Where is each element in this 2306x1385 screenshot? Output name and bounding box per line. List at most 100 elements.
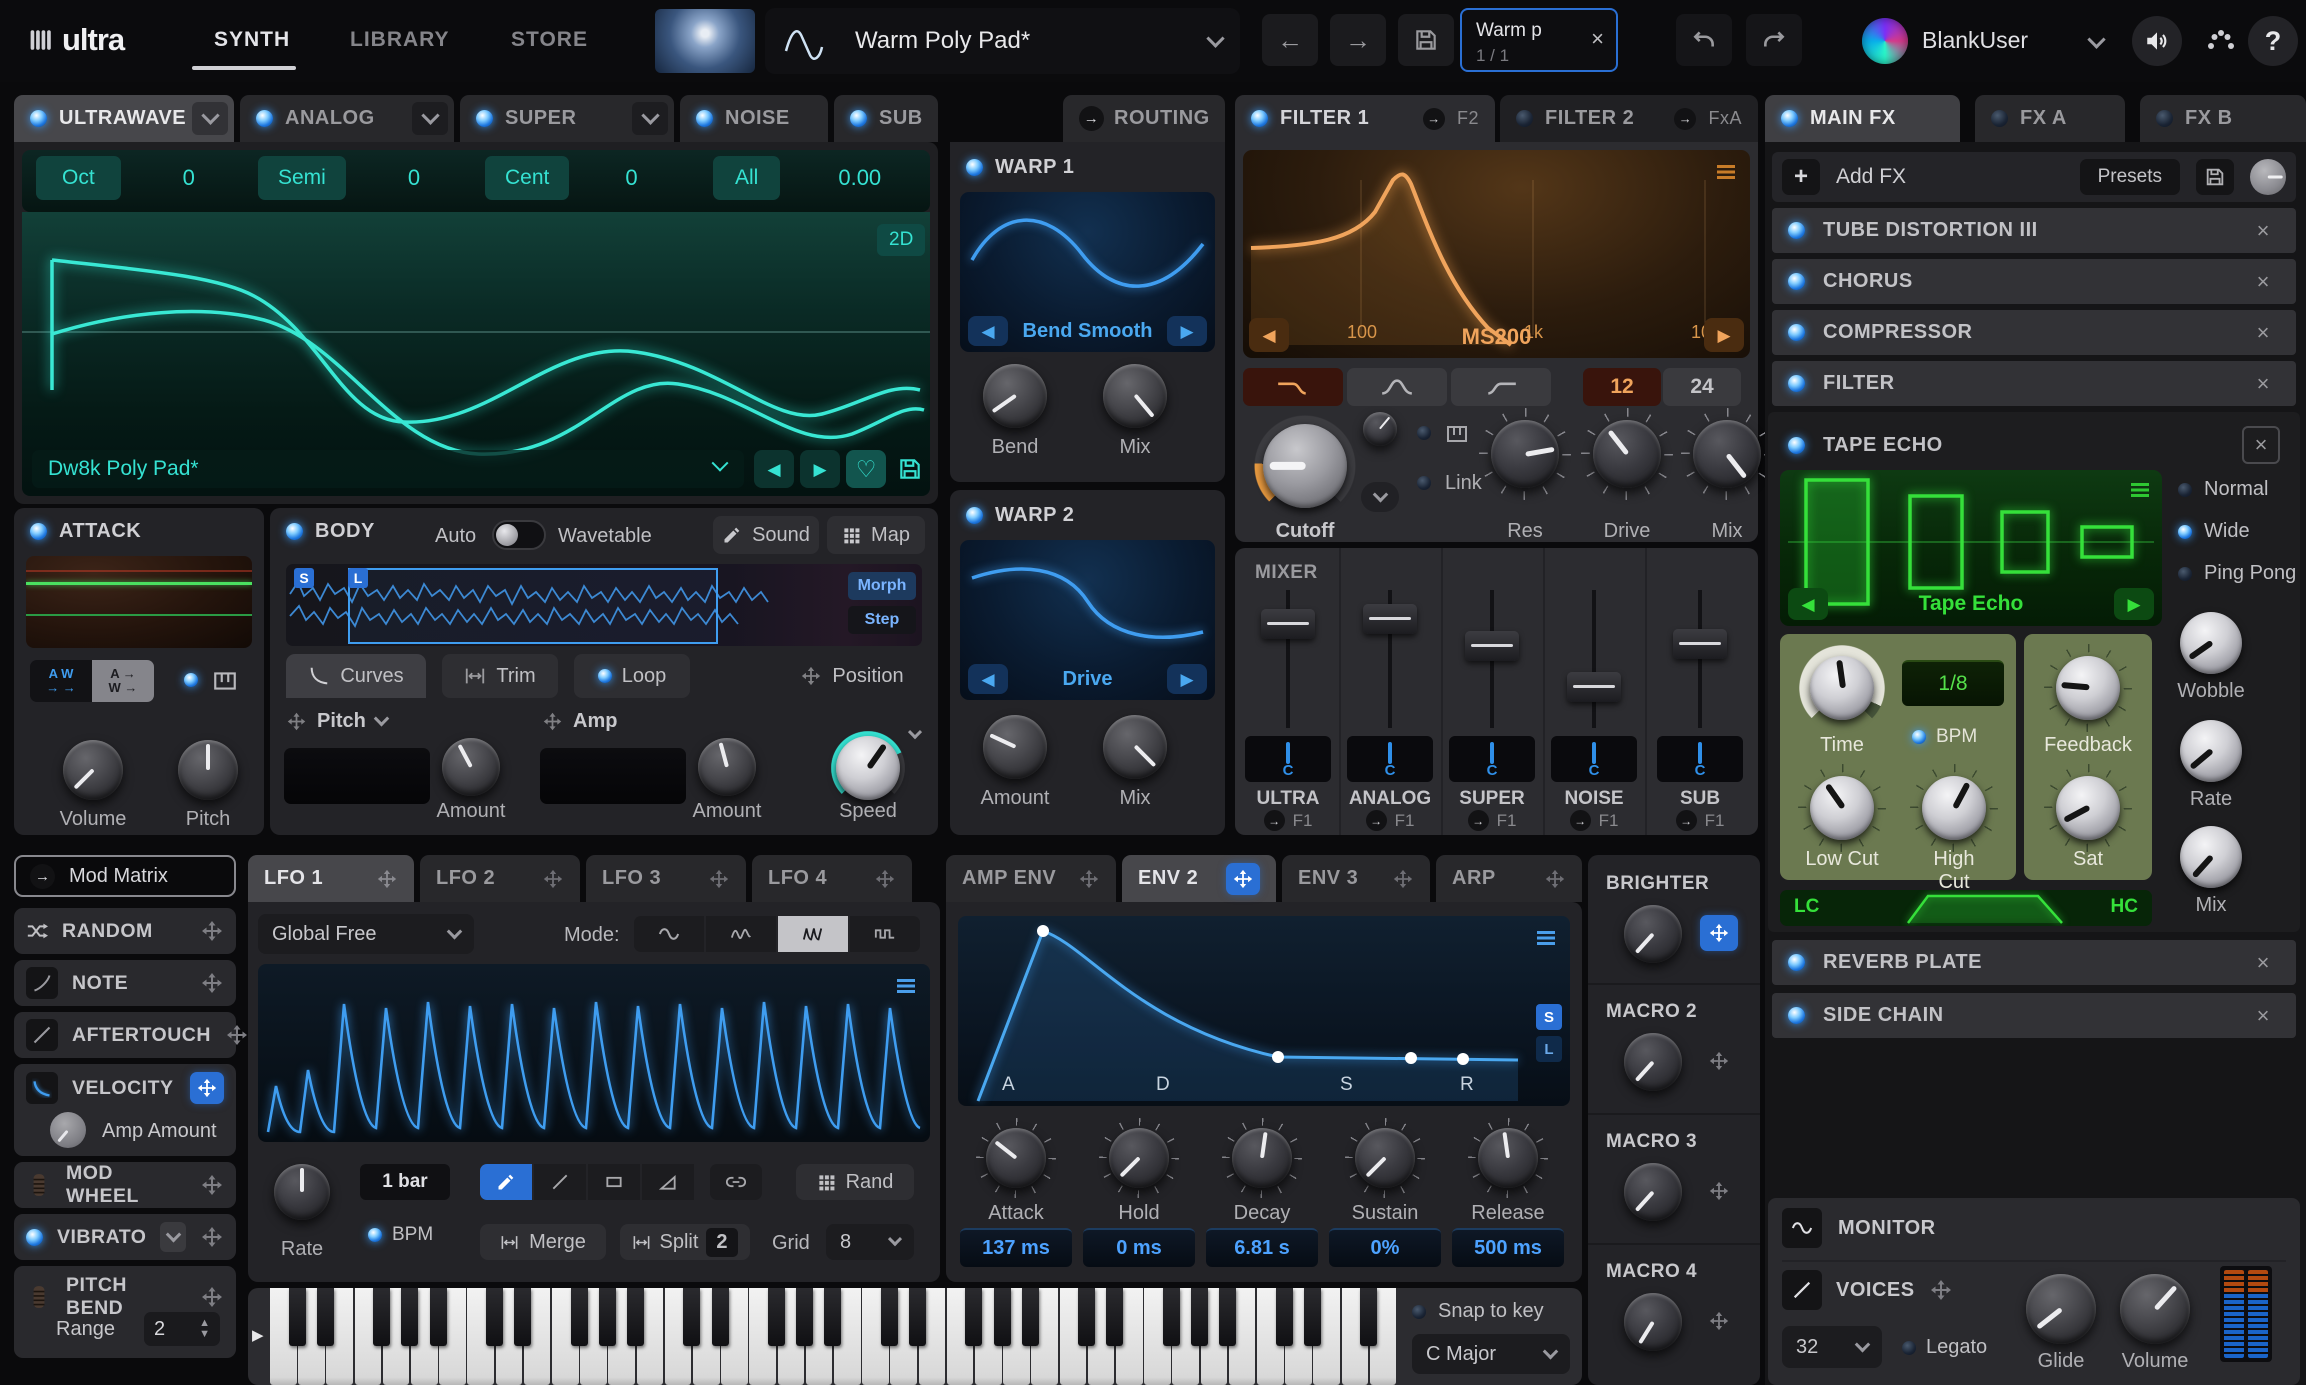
fxb-led[interactable] bbox=[2156, 110, 2173, 127]
ultrawave-led[interactable] bbox=[30, 110, 47, 127]
tuning-value[interactable]: 0 bbox=[183, 165, 195, 191]
fx-item-led[interactable] bbox=[1788, 954, 1805, 971]
fx-remove-icon[interactable]: × bbox=[2246, 946, 2280, 980]
lfo3-move-icon[interactable] bbox=[708, 868, 730, 890]
fx-remove-icon[interactable]: × bbox=[2246, 214, 2280, 248]
tape-lowcut-knob[interactable] bbox=[1810, 776, 1874, 840]
lfo-tool-square[interactable] bbox=[588, 1164, 640, 1200]
search-input-value[interactable]: Warm p bbox=[1476, 20, 1542, 42]
env-hold-knob[interactable] bbox=[1109, 1128, 1169, 1188]
keyboard-scroll-left[interactable]: ▶ bbox=[252, 1326, 264, 1344]
aftertouch-move-icon[interactable] bbox=[225, 1023, 249, 1047]
piano-black-key[interactable] bbox=[824, 1288, 841, 1346]
tape-display[interactable]: ◀ Tape Echo ▶ bbox=[1780, 470, 2162, 626]
tape-echo-led[interactable] bbox=[1788, 437, 1805, 454]
sub-led[interactable] bbox=[850, 110, 867, 127]
nav-tab-library[interactable]: LIBRARY bbox=[350, 28, 450, 52]
env-attack-knob[interactable] bbox=[986, 1128, 1046, 1188]
ampenv-move-icon[interactable] bbox=[1078, 868, 1100, 890]
loop-button[interactable]: Loop bbox=[574, 654, 690, 698]
filter1-led[interactable] bbox=[1251, 110, 1268, 127]
fx-item-compressor[interactable]: COMPRESSOR× bbox=[1772, 310, 2296, 355]
piano-black-key[interactable] bbox=[1022, 1288, 1039, 1346]
lfo-menu-icon[interactable] bbox=[894, 974, 918, 998]
arp-move-icon[interactable] bbox=[1544, 868, 1566, 890]
filter1-route-icon[interactable]: → bbox=[1423, 108, 1445, 130]
pitch-move-icon[interactable] bbox=[286, 711, 307, 732]
tuning-value[interactable]: 0 bbox=[408, 165, 420, 191]
step-button[interactable]: Step bbox=[848, 606, 916, 634]
lfo-rate-knob[interactable] bbox=[274, 1164, 330, 1220]
warp2-led[interactable] bbox=[966, 507, 983, 524]
env-display[interactable]: S L A D S R bbox=[958, 916, 1570, 1106]
lfo-shape-saw-button[interactable] bbox=[778, 916, 848, 952]
warp2-display[interactable]: ◀ Drive ▶ bbox=[960, 540, 1215, 700]
filter1-tab[interactable]: FILTER 1 → F2 bbox=[1235, 95, 1495, 142]
env-decay-value[interactable]: 6.81 s bbox=[1206, 1228, 1318, 1267]
piano-black-key[interactable] bbox=[1360, 1288, 1377, 1346]
modwheel-move-icon[interactable] bbox=[200, 1173, 224, 1197]
auto-wavetable-toggle[interactable] bbox=[492, 520, 546, 550]
lfo-tab-3[interactable]: LFO 3 bbox=[586, 855, 746, 902]
lfo-rand-button[interactable]: Rand bbox=[796, 1164, 914, 1200]
channel-route[interactable]: →F1 bbox=[1339, 810, 1441, 831]
env-attack-value[interactable]: 137 ms bbox=[960, 1228, 1072, 1267]
mainfx-led[interactable] bbox=[1781, 110, 1798, 127]
pan-display[interactable]: C bbox=[1657, 736, 1743, 782]
filter2-led[interactable] bbox=[1516, 110, 1533, 127]
env-hold-value[interactable]: 0 ms bbox=[1083, 1228, 1195, 1267]
random-move-icon[interactable] bbox=[200, 919, 224, 943]
body-led[interactable] bbox=[286, 523, 303, 540]
fx-tab-main[interactable]: MAIN FX bbox=[1765, 95, 1960, 142]
env-tab-env2[interactable]: ENV 2 bbox=[1122, 855, 1276, 902]
routing-tab[interactable]: →ROUTING bbox=[1063, 95, 1225, 142]
fader-handle[interactable] bbox=[1673, 629, 1727, 659]
warp2-mix-knob[interactable] bbox=[1103, 715, 1167, 779]
channel-route[interactable]: →F1 bbox=[1543, 810, 1645, 831]
glide-knob[interactable] bbox=[2026, 1274, 2096, 1344]
fx-item-reverb-plate[interactable]: REVERB PLATE× bbox=[1772, 940, 2296, 985]
env3-move-icon[interactable] bbox=[1392, 868, 1414, 890]
link-led[interactable] bbox=[1417, 476, 1431, 490]
tape-feedback-knob[interactable] bbox=[2056, 656, 2120, 720]
macro3-move-icon[interactable] bbox=[1700, 1173, 1738, 1209]
lfo-bpm-toggle[interactable]: BPM bbox=[368, 1224, 433, 1246]
body-sound-button[interactable]: Sound bbox=[713, 516, 819, 554]
env-tab-arp[interactable]: ARP bbox=[1436, 855, 1582, 902]
warp2-next-button[interactable]: ▶ bbox=[1167, 664, 1207, 694]
fx-item-led[interactable] bbox=[1788, 1007, 1805, 1024]
piano-black-key[interactable] bbox=[1219, 1288, 1236, 1346]
cutoff-chevron[interactable] bbox=[1361, 482, 1399, 512]
env-sustain-knob[interactable] bbox=[1355, 1128, 1415, 1188]
fx-wet-knob[interactable] bbox=[2250, 159, 2286, 195]
vibrato-led[interactable] bbox=[26, 1229, 43, 1246]
macro2-knob[interactable] bbox=[1624, 1033, 1682, 1091]
piano-black-key[interactable] bbox=[712, 1288, 729, 1346]
display-2d-button[interactable]: 2D bbox=[877, 224, 925, 256]
macro4-move-icon[interactable] bbox=[1700, 1303, 1738, 1339]
wave-next-button[interactable]: ▶ bbox=[800, 450, 840, 488]
position-button[interactable]: Position bbox=[780, 654, 924, 698]
monitor-icon-box[interactable] bbox=[1782, 1208, 1822, 1248]
lfo-merge-button[interactable]: Merge bbox=[480, 1224, 606, 1260]
env-release-knob[interactable] bbox=[1478, 1128, 1538, 1188]
tape-mode-normal[interactable]: Normal bbox=[2178, 478, 2268, 501]
mod-source-vibrato[interactable]: VIBRATO bbox=[14, 1214, 236, 1260]
fader-track[interactable] bbox=[1698, 590, 1702, 728]
tuning-value[interactable]: 0 bbox=[625, 165, 637, 191]
wave-favorite-button[interactable]: ♡ bbox=[846, 450, 886, 488]
fx-remove-icon[interactable]: × bbox=[2246, 316, 2280, 350]
tape-mode-pingpong[interactable]: Ping Pong bbox=[2178, 562, 2296, 585]
filter-type-highpass[interactable] bbox=[1451, 368, 1551, 406]
pitch-amount-knob[interactable] bbox=[442, 738, 500, 796]
lfo-tab-4[interactable]: LFO 4 bbox=[752, 855, 912, 902]
tape-mix-knob[interactable] bbox=[2180, 826, 2242, 888]
tape-sync-display[interactable]: 1/8 bbox=[1902, 660, 2004, 706]
lfo-tool-line[interactable] bbox=[534, 1164, 586, 1200]
tape-mode-wide[interactable]: Wide bbox=[2178, 520, 2250, 543]
fx-item-chorus[interactable]: CHORUS× bbox=[1772, 259, 2296, 304]
tuning-oct[interactable]: Oct 0 bbox=[36, 156, 195, 200]
fx-item-led[interactable] bbox=[1788, 222, 1805, 239]
legato-toggle[interactable]: Legato bbox=[1902, 1336, 1987, 1359]
env-decay-knob[interactable] bbox=[1232, 1128, 1292, 1188]
